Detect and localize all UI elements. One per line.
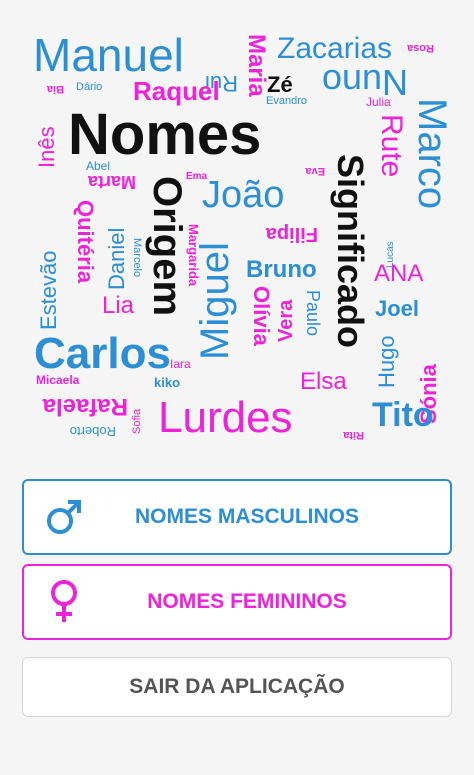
cloud-word: Maria [243,34,270,97]
cloud-word: Hugo [374,335,399,388]
cloud-word: Carlos [34,329,171,378]
cloud-word: Manuel [33,29,184,81]
cloud-word: Iara [170,357,191,371]
cloud-word: João [202,174,285,216]
cloud-word: Inês [34,126,59,168]
cloud-word: Rita [343,429,364,441]
cloud-word: Olívia [249,286,274,346]
cloud-word: Zacarias [277,32,393,65]
cloud-word: Tito [372,396,434,434]
female-symbol-icon [24,577,104,627]
cloud-word: Lurdes [158,393,293,442]
cloud-word: Bruno [246,256,317,283]
cloud-word: Daniel [104,227,129,290]
cloud-word: Zé [267,72,293,97]
cloud-word: Lia [102,292,135,319]
cloud-word: Vera [275,299,297,342]
cloud-word: Dário [76,81,103,93]
cloud-word: Julia [366,95,391,109]
cloud-word: kiko [154,375,181,390]
cloud-word: Miguel [193,242,237,360]
male-symbol-icon [24,495,104,539]
cloud-word: Elsa [300,368,347,395]
name-word-cloud: Manuel Rui Maria Zacarias Rosa Bia Dário… [30,28,448,448]
cloud-word: Rosa [407,42,434,54]
cloud-word: Evandro [266,95,307,107]
cloud-word: Bia [46,83,64,95]
cloud-word: Joel [375,296,420,321]
cloud-word: Marco [410,98,448,210]
cloud-word: Abel [86,159,111,173]
cloud-word: Nomes [68,102,262,167]
male-names-button[interactable]: NOMES MASCULINOS [22,479,452,555]
cloud-word: Marta [87,172,136,192]
cloud-word: ANA [374,260,424,287]
cloud-word: Origem [145,176,189,317]
cloud-word: Micaela [36,373,80,387]
cloud-word: Sofia [131,408,143,434]
female-names-button[interactable]: NOMES FEMININOS [22,564,452,640]
cloud-word: Roberto [69,424,116,439]
cloud-word: Estevão [36,250,61,331]
exit-app-label: SAIR DA APLICAÇÃO [129,675,345,698]
cloud-word: Nuno [321,62,408,103]
cloud-word: Quitéria [73,200,98,284]
cloud-word: Eva [305,165,325,177]
cloud-word: Margarida [186,224,201,287]
cloud-word: Raquel [133,76,220,106]
cloud-word: Rafaela [42,393,128,420]
female-names-label: NOMES FEMININOS [147,590,347,613]
exit-app-button[interactable]: SAIR DA APLICAÇÃO [22,657,452,717]
cloud-word: Significado [330,154,371,349]
cloud-word: Marcelo [131,238,143,278]
cloud-word: Filipa [265,223,318,245]
cloud-word: Paulo [303,290,323,337]
cloud-word: Rute [375,114,408,178]
male-names-label: NOMES MASCULINOS [134,505,359,528]
